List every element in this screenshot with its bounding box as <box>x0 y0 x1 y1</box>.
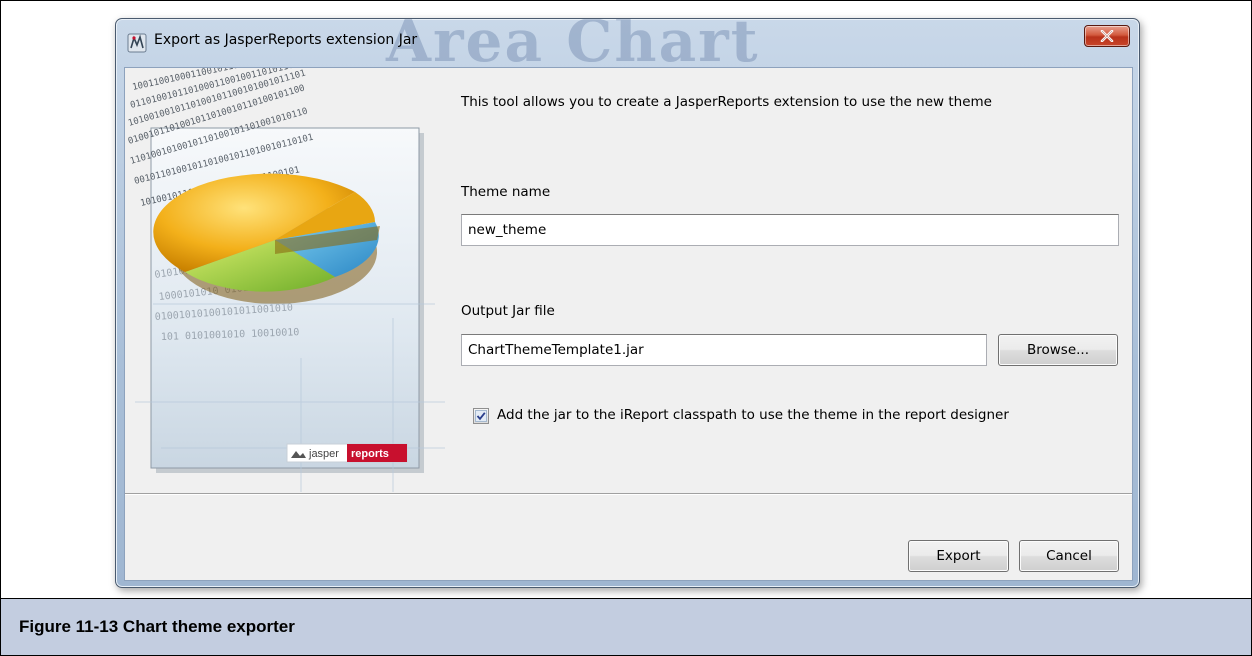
banner-image: 1001100100011001011110100101 01101001011… <box>125 68 445 492</box>
figure-caption: Figure 11-13 Chart theme exporter <box>19 617 295 636</box>
dialog-client-area: 1001100100011001011110100101 01101001011… <box>124 67 1133 581</box>
theme-name-label: Theme name <box>461 184 551 200</box>
footer-divider-highlight <box>125 494 1132 495</box>
export-button[interactable]: Export <box>908 540 1009 572</box>
export-dialog: Area Chart Export as JasperReports exten… <box>115 18 1140 588</box>
figure-caption-bar: Figure 11-13 Chart theme exporter <box>1 598 1251 655</box>
dialog-title: Export as JasperReports extension Jar <box>154 32 418 48</box>
checkbox-box <box>475 410 487 422</box>
logo-jasper: jasper <box>308 448 339 460</box>
checkmark-icon <box>476 412 486 421</box>
close-icon <box>1100 30 1114 42</box>
logo-reports: reports <box>351 448 389 460</box>
intro-text: This tool allows you to create a JasperR… <box>461 94 992 110</box>
theme-name-input[interactable]: new_theme <box>461 214 1119 246</box>
ireport-app-icon <box>127 33 147 53</box>
output-jar-label: Output Jar file <box>461 303 555 319</box>
jasperreports-logo <box>286 443 408 463</box>
classpath-checkbox[interactable] <box>473 408 489 424</box>
browse-button[interactable]: Browse... <box>998 334 1118 366</box>
close-button[interactable] <box>1084 25 1130 47</box>
cancel-button[interactable]: Cancel <box>1019 540 1119 572</box>
figure-frame: Area Chart Export as JasperReports exten… <box>0 0 1252 656</box>
banner-graphic: 1001100100011001011110100101 01101001011… <box>127 68 445 492</box>
classpath-checkbox-label[interactable]: Add the jar to the iReport classpath to … <box>497 407 1009 423</box>
output-jar-input[interactable]: ChartThemeTemplate1.jar <box>461 334 987 366</box>
title-bar[interactable]: Area Chart Export as JasperReports exten… <box>116 19 1139 65</box>
title-watermark: Area Chart <box>386 19 760 65</box>
